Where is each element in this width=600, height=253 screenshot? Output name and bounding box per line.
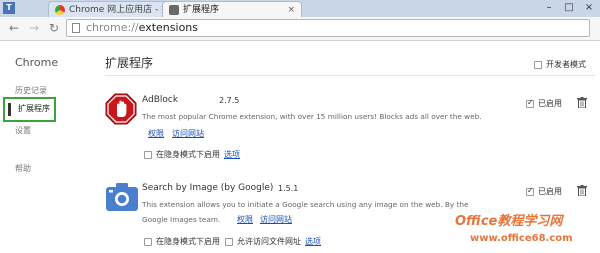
sidebar-item-label: 扩展程序 [18, 104, 50, 113]
visit-website-link[interactable]: 访问网站 [260, 214, 292, 225]
tab-extensions[interactable]: 扩展程序 × [162, 1, 302, 17]
extension-version: 2.7.5 [219, 96, 240, 105]
watermark: Office教程学习网 [455, 214, 563, 229]
developer-mode-toggle[interactable]: 开发者模式 [534, 59, 586, 70]
enabled-checkbox[interactable] [526, 98, 534, 108]
camera-icon [106, 183, 138, 211]
permissions-link[interactable]: 权限 [237, 214, 253, 225]
extension-description-line2: Google Images team. [142, 215, 221, 224]
extension-description-line1: This extension allows you to initiate a … [142, 200, 469, 209]
file-access-label: 允许访问文件网址 [237, 237, 301, 246]
selected-indicator [8, 103, 11, 116]
url-text: chrome://extensions [86, 21, 198, 34]
forward-arrow-icon[interactable]: → [26, 20, 42, 36]
sidebar-title: Chrome [15, 56, 59, 69]
incognito-label: 在隐身模式下启用 [156, 237, 220, 246]
extension-description: The most popular Chrome extension, with … [142, 112, 482, 121]
tab-chrome-web-store[interactable]: Chrome 网上应用店 - 扩 [48, 1, 168, 17]
enabled-toggle[interactable]: 已启用 [526, 186, 562, 197]
back-arrow-icon[interactable]: ← [6, 20, 22, 36]
enabled-toggle[interactable]: 已启用 [526, 98, 562, 109]
visit-website-link[interactable]: 访问网站 [172, 128, 204, 139]
permissions-link[interactable]: 权限 [148, 128, 164, 139]
page-title: 扩展程序 [105, 56, 154, 70]
trash-icon[interactable] [577, 97, 587, 108]
file-access-option[interactable]: 允许访问文件网址 选项 [225, 236, 321, 247]
page-icon [72, 23, 80, 33]
chrome-web-store-favicon-icon [55, 5, 65, 15]
window-close-icon[interactable]: × [580, 1, 598, 14]
trash-icon[interactable] [577, 185, 587, 196]
enabled-label: 已启用 [538, 99, 562, 108]
extension-name: Search by Image (by Google) [142, 183, 274, 193]
incognito-checkbox[interactable] [144, 150, 152, 159]
file-access-checkbox[interactable] [225, 237, 233, 246]
app-logo-icon: T [3, 2, 15, 14]
reload-icon[interactable]: ↻ [46, 20, 62, 36]
adblock-stop-hand-icon [105, 93, 137, 125]
browser-toolbar: ← → ↻ chrome://extensions [0, 17, 600, 41]
minimize-icon[interactable]: – [540, 1, 558, 14]
watermark-url: www.office68.com [470, 233, 573, 244]
enabled-label: 已启用 [538, 187, 562, 196]
extension-version: 1.5.1 [278, 184, 299, 193]
tab-title: Chrome 网上应用店 - 扩 [69, 5, 168, 15]
sidebar-item-help[interactable]: 帮助 [15, 163, 31, 174]
sidebar-item-extensions[interactable]: 扩展程序 [3, 97, 56, 122]
extension-name: AdBlock [142, 95, 179, 105]
tab-close-icon[interactable]: × [287, 2, 295, 17]
incognito-checkbox[interactable] [144, 237, 152, 246]
incognito-label: 在隐身模式下启用 [156, 150, 220, 159]
extensions-favicon-icon [169, 5, 179, 15]
developer-mode-checkbox[interactable] [534, 60, 542, 69]
address-bar[interactable]: chrome://extensions [66, 19, 590, 37]
options-link[interactable]: 选项 [305, 237, 321, 246]
tab-strip: T Chrome 网上应用店 - 扩 扩展程序 × – □ × [0, 0, 600, 17]
tab-title: 扩展程序 [183, 5, 220, 15]
options-link[interactable]: 选项 [224, 150, 240, 159]
developer-mode-label: 开发者模式 [546, 60, 586, 69]
incognito-option[interactable]: 在隐身模式下启用 [144, 236, 220, 247]
maximize-icon[interactable]: □ [560, 1, 578, 14]
sidebar-item-settings[interactable]: 设置 [15, 125, 31, 136]
divider [105, 75, 595, 76]
enabled-checkbox[interactable] [526, 186, 534, 196]
sidebar-item-history[interactable]: 历史记录 [15, 85, 47, 96]
incognito-option[interactable]: 在隐身模式下启用 选项 [144, 149, 240, 160]
